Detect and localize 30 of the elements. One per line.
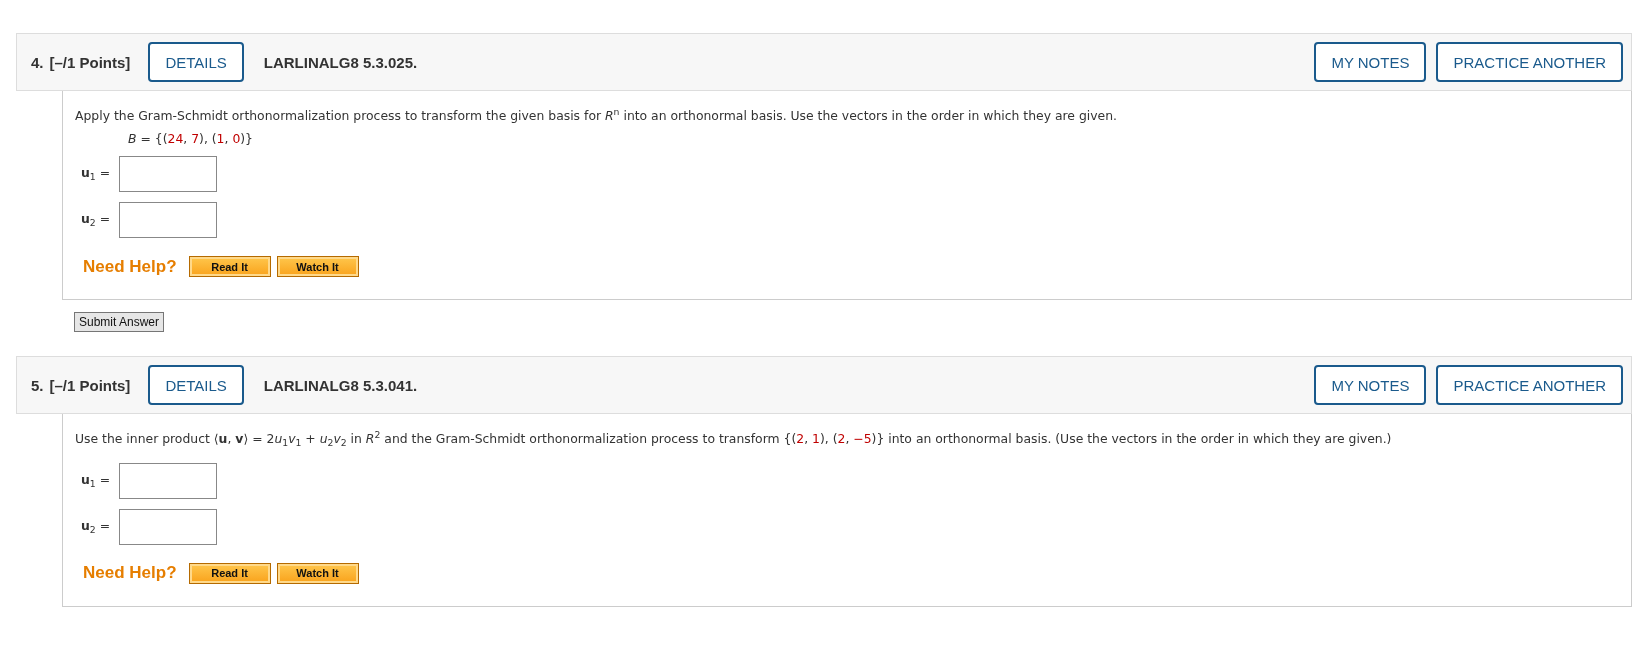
points-label: [–/1 Points] [49,53,131,71]
answer-field[interactable] [119,202,217,239]
practice-another-button[interactable]: PRACTICE ANOTHER [1436,365,1623,406]
details-button[interactable]: DETAILS [148,365,244,406]
vector-label: u$_{2}$ = [81,518,111,536]
practice-another-button[interactable]: PRACTICE ANOTHER [1436,42,1623,82]
need-help-label: Need Help? [83,563,177,584]
points-label: [–/1 Points] [49,376,131,394]
question-number: 5. [31,376,44,394]
help-button[interactable]: Read It [188,256,271,278]
basis-formula: B = {(24, 7), (1, 0)} [128,131,254,147]
question-number: 4. [31,53,44,71]
problem-code: LARLINALG8 5.3.041. [263,376,419,394]
answer-field[interactable] [119,462,217,499]
need-help-label: Need Help? [83,256,177,277]
help-button[interactable]: Watch It [276,256,359,278]
my-notes-button[interactable]: MY NOTES [1314,365,1427,406]
submit-answer-button[interactable]: Submit Answer [74,312,165,333]
vector-label: u$_{1}$ = [81,165,111,183]
question-text: Apply the Gram-Schmidt orthonormalization process to transform the given basis for R$^{n}$ into an orthonormal basis. Use the vectors in the order in which they are given. [75,105,1118,126]
help-button[interactable]: Watch It [276,562,359,584]
answer-field[interactable] [119,156,217,193]
vector-label: u$_{1}$ = [81,472,111,490]
details-button[interactable]: DETAILS [148,42,244,82]
answer-field[interactable] [119,508,217,545]
my-notes-button[interactable]: MY NOTES [1314,42,1427,82]
problem-code: LARLINALG8 5.3.025. [263,53,419,71]
question-text: Use the inner product ⟨u, v⟩ = 2u$_{1}$v$_{1}$ + u$_{2}$v$_{2}$ in R$^{2}$ and the Gram-Schmidt orthonormalization process to transform {(2, 1), (2, −5)} into an orthonormal basis. (Use the vectors in the order in which they are given.) [75,428,1393,451]
vector-label: u$_{2}$ = [81,211,111,229]
help-button[interactable]: Read It [188,562,271,584]
